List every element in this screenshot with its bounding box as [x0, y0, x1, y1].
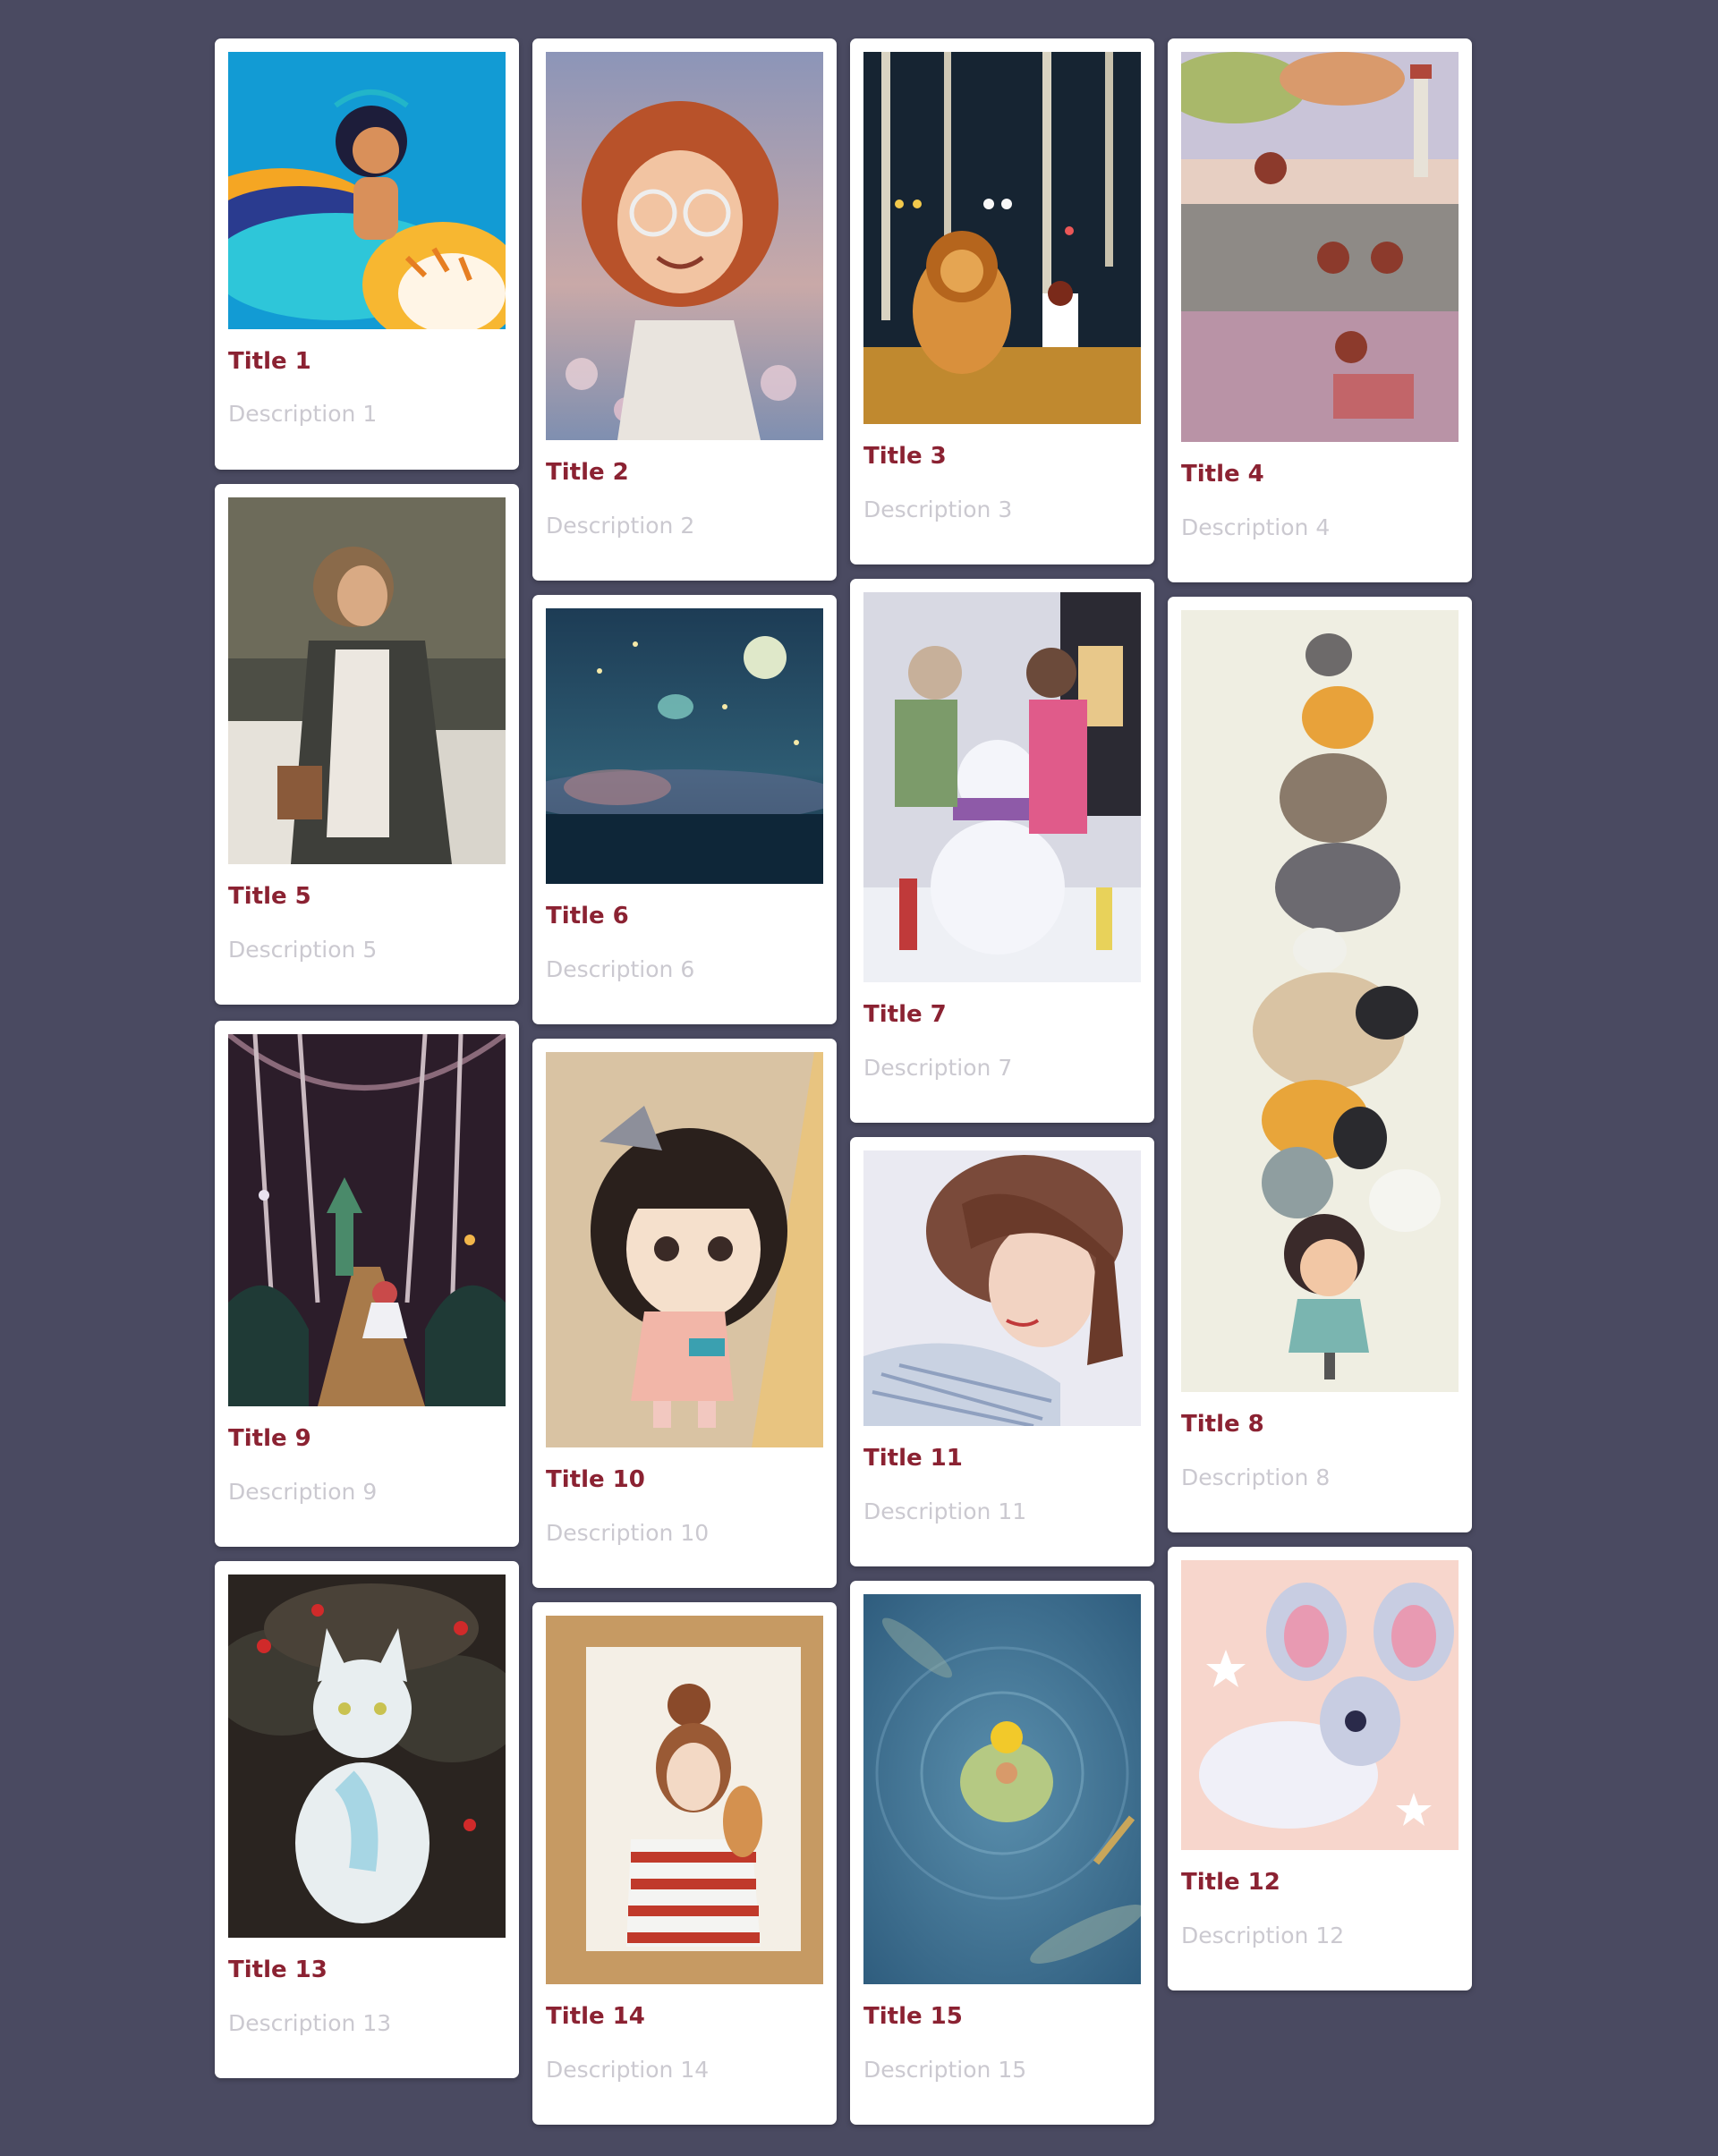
- card-description: Description 14: [546, 2057, 710, 2083]
- gallery-card[interactable]: Title 2 Description 2: [532, 38, 837, 581]
- gallery-card[interactable]: Title 7 Description 7: [850, 579, 1154, 1123]
- card-title: Title 3: [863, 443, 947, 470]
- gallery-card[interactable]: Title 1 Description 1: [215, 38, 519, 470]
- card-image[interactable]: [546, 1616, 823, 1984]
- card-description: Description 7: [863, 1055, 1013, 1081]
- card-title: Title 8: [1181, 1411, 1264, 1438]
- card-title: Title 1: [228, 348, 311, 375]
- gallery-card[interactable]: Title 12 Description 12: [1168, 1547, 1472, 1990]
- card-description: Description 11: [863, 1498, 1027, 1524]
- card-image[interactable]: [863, 592, 1141, 982]
- gallery-card[interactable]: Title 14 Description 14: [532, 1602, 837, 2125]
- card-description: Description 3: [863, 497, 1013, 522]
- card-title: Title 9: [228, 1425, 311, 1452]
- gallery-card[interactable]: Title 10 Description 10: [532, 1039, 837, 1588]
- card-title: Title 11: [863, 1445, 963, 1472]
- card-image[interactable]: [863, 1594, 1141, 1984]
- gallery-card[interactable]: Title 11 Description 11: [850, 1137, 1154, 1566]
- gallery-card[interactable]: Title 5 Description 5: [215, 484, 519, 1005]
- card-title: Title 4: [1181, 461, 1264, 488]
- card-description: Description 15: [863, 2057, 1027, 2083]
- gallery-card[interactable]: Title 4 Description 4: [1168, 38, 1472, 582]
- card-image[interactable]: [546, 608, 823, 884]
- card-description: Description 2: [546, 513, 695, 539]
- card-image[interactable]: [228, 52, 506, 329]
- gallery-card[interactable]: Title 6 Description 6: [532, 595, 837, 1024]
- gallery-card[interactable]: Title 3 Description 3: [850, 38, 1154, 564]
- card-title: Title 10: [546, 1466, 645, 1493]
- card-title: Title 7: [863, 1001, 947, 1028]
- card-title: Title 12: [1181, 1869, 1280, 1896]
- gallery-card[interactable]: Title 15 Description 15: [850, 1581, 1154, 2125]
- card-title: Title 13: [228, 1957, 327, 1983]
- card-image[interactable]: [228, 1575, 506, 1938]
- card-description: Description 4: [1181, 514, 1331, 540]
- card-description: Description 6: [546, 956, 695, 982]
- card-description: Description 5: [228, 937, 378, 963]
- card-title: Title 2: [546, 459, 629, 486]
- gallery-card[interactable]: Title 13 Description 13: [215, 1561, 519, 2078]
- card-description: Description 13: [228, 2010, 392, 2036]
- card-description: Description 12: [1181, 1923, 1345, 1948]
- card-image[interactable]: [1181, 610, 1459, 1392]
- card-title: Title 5: [228, 883, 311, 910]
- card-image[interactable]: [1181, 52, 1459, 442]
- card-description: Description 9: [228, 1479, 378, 1505]
- gallery-card[interactable]: Title 8 Description 8: [1168, 597, 1472, 1532]
- card-description: Description 1: [228, 401, 378, 427]
- gallery-card[interactable]: Title 9 Description 9: [215, 1021, 519, 1547]
- card-image[interactable]: [228, 497, 506, 864]
- card-title: Title 15: [863, 2003, 963, 2030]
- card-image[interactable]: [1181, 1560, 1459, 1850]
- card-image[interactable]: [546, 52, 823, 440]
- card-title: Title 6: [546, 903, 629, 929]
- card-description: Description 8: [1181, 1464, 1331, 1490]
- card-image[interactable]: [863, 52, 1141, 424]
- card-image[interactable]: [863, 1150, 1141, 1426]
- card-description: Description 10: [546, 1520, 710, 1546]
- card-title: Title 14: [546, 2003, 645, 2030]
- card-image[interactable]: [546, 1052, 823, 1447]
- card-image[interactable]: [228, 1034, 506, 1406]
